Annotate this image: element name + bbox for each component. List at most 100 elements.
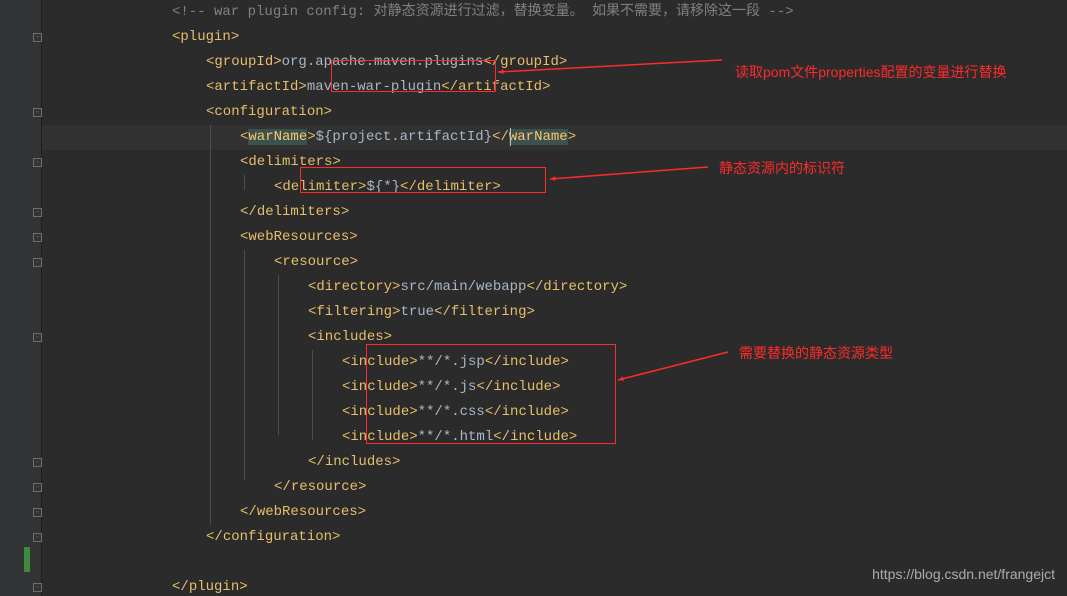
fold-toggle-icon[interactable]: - bbox=[33, 458, 42, 467]
xml-bracket: > bbox=[332, 154, 340, 170]
xml-tag: include bbox=[350, 404, 409, 420]
indent-guide bbox=[244, 250, 245, 480]
annotation-text: 读取pom文件properties配置的变量进行替换 bbox=[735, 62, 1007, 82]
xml-bracket: > bbox=[552, 379, 560, 395]
annotation-arrow bbox=[608, 342, 738, 390]
xml-text: **/*.js bbox=[418, 379, 477, 395]
code-line[interactable]: <delimiter>${*}</delimiter> bbox=[42, 175, 501, 200]
code-line[interactable]: <delimiters> bbox=[42, 150, 341, 175]
fold-toggle-icon[interactable]: - bbox=[33, 333, 42, 342]
code-line[interactable]: <warName>${project.artifactId}</warName> bbox=[42, 125, 576, 150]
xml-bracket: > bbox=[384, 329, 392, 345]
fold-toggle-icon[interactable]: - bbox=[33, 483, 42, 492]
code-line[interactable]: <webResources> bbox=[42, 225, 358, 250]
xml-bracket: > bbox=[542, 79, 550, 95]
xml-bracket: > bbox=[526, 304, 534, 320]
xml-tag: warName bbox=[509, 129, 568, 145]
xml-bracket: > bbox=[409, 379, 417, 395]
current-line-marker bbox=[24, 547, 30, 572]
fold-toggle-icon[interactable]: - bbox=[33, 233, 42, 242]
xml-tag: artifactId bbox=[458, 79, 542, 95]
xml-bracket: > bbox=[341, 204, 349, 220]
xml-tag: configuration bbox=[223, 529, 332, 545]
indent-guide bbox=[244, 175, 245, 190]
xml-bracket: </ bbox=[492, 129, 509, 145]
xml-tag: include bbox=[350, 379, 409, 395]
xml-text: true bbox=[400, 304, 434, 320]
xml-tag: delimiter bbox=[282, 179, 358, 195]
xml-text: **/*.html bbox=[418, 429, 494, 445]
xml-bracket: </ bbox=[400, 179, 417, 195]
xml-tag: webResources bbox=[248, 229, 349, 245]
xml-tag: resource bbox=[282, 254, 349, 270]
fold-toggle-icon[interactable]: - bbox=[33, 258, 42, 267]
fold-toggle-icon[interactable]: - bbox=[33, 533, 42, 542]
xml-bracket: > bbox=[492, 179, 500, 195]
xml-text: src/main/webapp bbox=[400, 279, 526, 295]
xml-bracket: </ bbox=[483, 54, 500, 70]
xml-tag: plugin bbox=[189, 579, 239, 595]
xml-bracket: > bbox=[560, 354, 568, 370]
xml-bracket: > bbox=[358, 504, 366, 520]
code-line[interactable]: <plugin> bbox=[42, 25, 239, 50]
annotation-arrow bbox=[540, 157, 718, 189]
xml-bracket: </ bbox=[485, 354, 502, 370]
code-line[interactable]: <include>**/*.jsp</include> bbox=[42, 350, 569, 375]
fold-toggle-icon[interactable]: - bbox=[33, 158, 42, 167]
code-line[interactable]: <groupId>org.apache.maven.plugins</group… bbox=[42, 50, 567, 75]
xml-bracket: > bbox=[560, 404, 568, 420]
code-line[interactable]: </plugin> bbox=[42, 575, 248, 596]
xml-bracket: > bbox=[409, 404, 417, 420]
xml-tag: include bbox=[502, 404, 561, 420]
annotation-text: 静态资源内的标识符 bbox=[719, 158, 845, 178]
code-line[interactable]: <include>**/*.js</include> bbox=[42, 375, 560, 400]
xml-tag: artifactId bbox=[214, 79, 298, 95]
xml-tag: includes bbox=[316, 329, 383, 345]
text-caret bbox=[510, 128, 511, 146]
xml-bracket: </ bbox=[434, 304, 451, 320]
xml-bracket: > bbox=[409, 354, 417, 370]
code-line[interactable]: <artifactId>maven-war-plugin</artifactId… bbox=[42, 75, 550, 100]
xml-text: org.apache.maven.plugins bbox=[282, 54, 484, 70]
code-line[interactable]: <directory>src/main/webapp</directory> bbox=[42, 275, 627, 300]
xml-bracket: </ bbox=[526, 279, 543, 295]
xml-bracket: </ bbox=[485, 404, 502, 420]
xml-bracket: > bbox=[350, 254, 358, 270]
code-line[interactable]: </configuration> bbox=[42, 525, 340, 550]
code-line[interactable]: <configuration> bbox=[42, 100, 332, 125]
xml-text: ${project.artifactId} bbox=[316, 129, 492, 145]
annotation-text: 需要替换的静态资源类型 bbox=[739, 343, 893, 363]
xml-tag: delimiters bbox=[248, 154, 332, 170]
code-line[interactable]: <filtering>true</filtering> bbox=[42, 300, 535, 325]
code-line[interactable]: </includes> bbox=[42, 450, 400, 475]
xml-tag: delimiter bbox=[417, 179, 493, 195]
code-line[interactable]: <include>**/*.html</include> bbox=[42, 425, 577, 450]
code-line[interactable] bbox=[42, 550, 206, 575]
xml-bracket: </ bbox=[308, 454, 325, 470]
xml-tag: include bbox=[502, 354, 561, 370]
xml-tag: filtering bbox=[316, 304, 392, 320]
code-area[interactable]: <!-- war plugin config: 对静态资源进行过滤，替换变量。 … bbox=[42, 0, 1067, 596]
code-line[interactable]: </delimiters> bbox=[42, 200, 349, 225]
fold-toggle-icon[interactable]: - bbox=[33, 208, 42, 217]
fold-toggle-icon[interactable]: - bbox=[33, 108, 42, 117]
code-line[interactable]: </resource> bbox=[42, 475, 366, 500]
code-line[interactable]: <includes> bbox=[42, 325, 392, 350]
xml-bracket: > bbox=[231, 29, 239, 45]
xml-tag: resource bbox=[291, 479, 358, 495]
code-line[interactable]: <include>**/*.css</include> bbox=[42, 400, 569, 425]
xml-text: maven-war-plugin bbox=[307, 79, 441, 95]
xml-bracket: </ bbox=[240, 204, 257, 220]
xml-tag: webResources bbox=[257, 504, 358, 520]
xml-bracket: > bbox=[619, 279, 627, 295]
xml-tag: directory bbox=[543, 279, 619, 295]
xml-comment: <!-- war plugin config: 对静态资源进行过滤，替换变量。 … bbox=[172, 4, 794, 20]
code-line[interactable]: <resource> bbox=[42, 250, 358, 275]
fold-toggle-icon[interactable]: - bbox=[33, 508, 42, 517]
fold-toggle-icon[interactable]: - bbox=[33, 583, 42, 592]
code-line[interactable]: </webResources> bbox=[42, 500, 366, 525]
code-line[interactable]: <!-- war plugin config: 对静态资源进行过滤，替换变量。 … bbox=[42, 0, 794, 25]
xml-tag: directory bbox=[316, 279, 392, 295]
fold-toggle-icon[interactable]: - bbox=[33, 33, 42, 42]
xml-bracket: > bbox=[324, 104, 332, 120]
